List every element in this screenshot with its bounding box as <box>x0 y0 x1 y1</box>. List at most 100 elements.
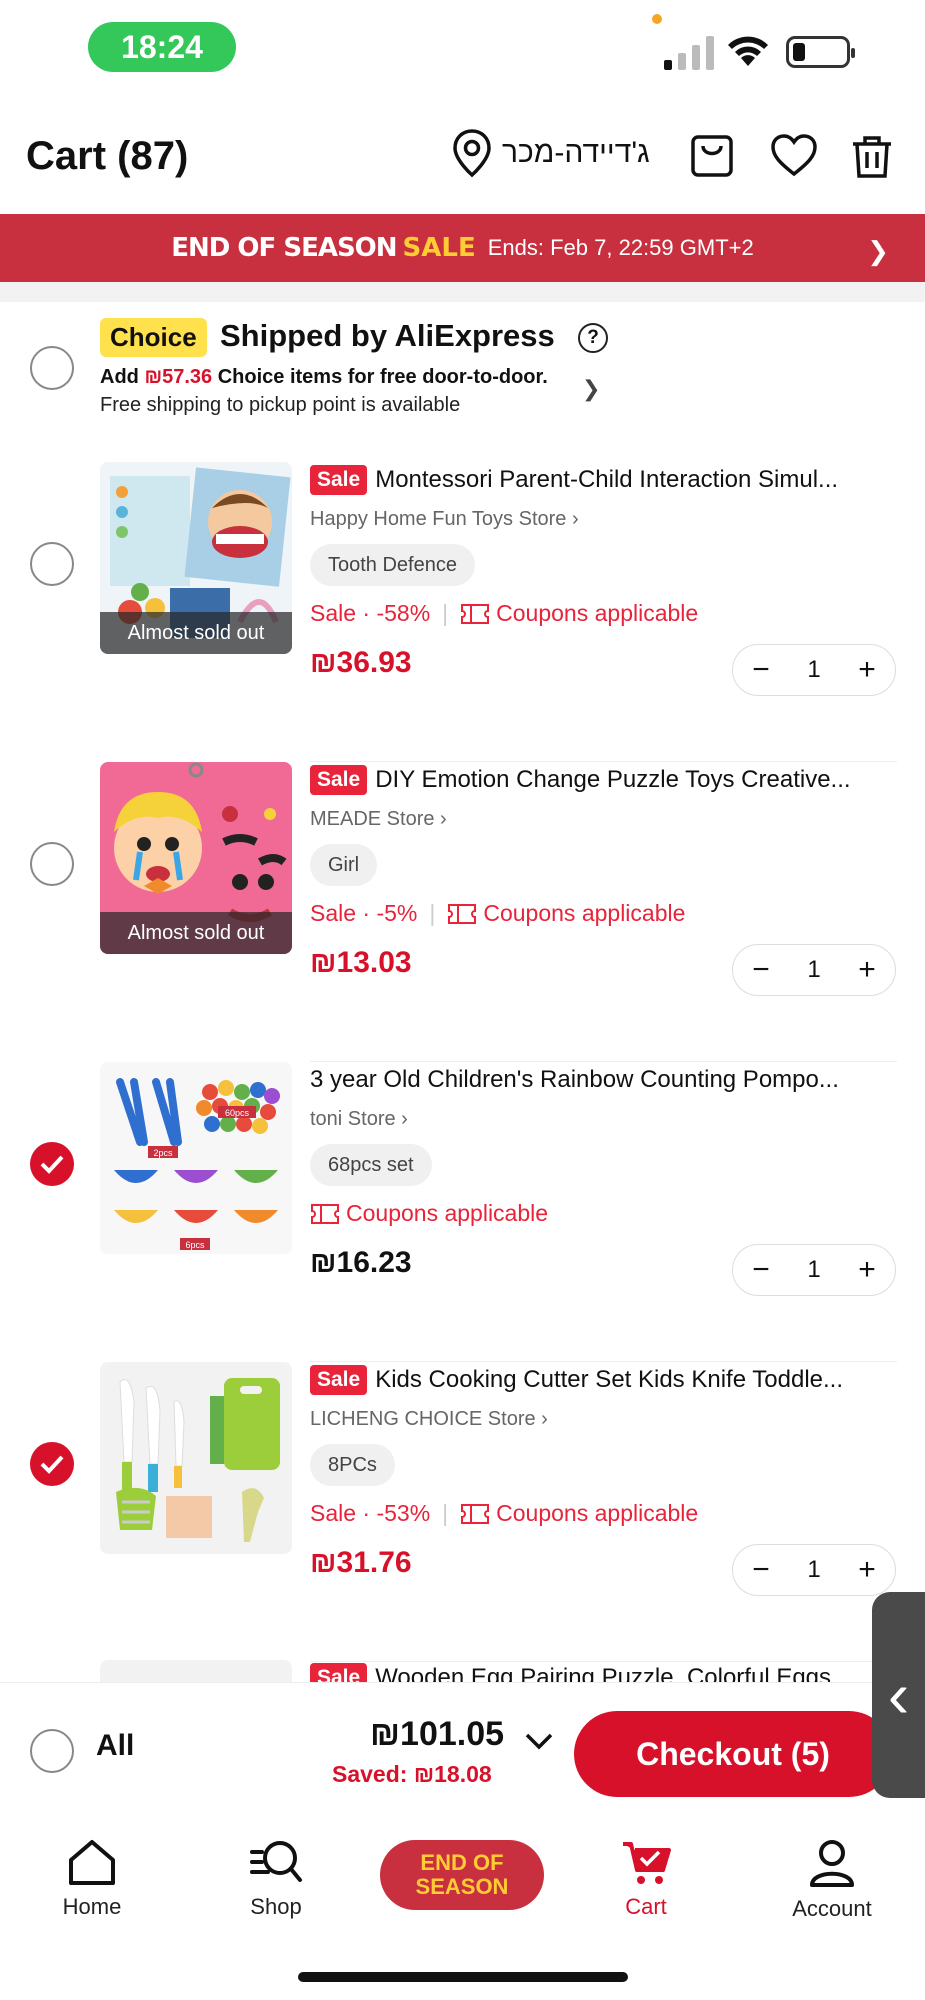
item-price: ₪31.76 <box>310 1546 412 1579</box>
discount-line: Sale · -53% | Coupons applicable <box>310 1500 698 1527</box>
wishlist-heart-icon[interactable] <box>770 132 818 180</box>
coupon-label[interactable]: Coupons applicable <box>496 1500 698 1527</box>
coupon-label[interactable]: Coupons applicable <box>496 600 698 627</box>
product-title-text: Montessori Parent-Child Interaction Simu… <box>375 466 839 493</box>
discount-line: Coupons applicable <box>310 1200 548 1227</box>
product-image[interactable]: 2pcs 60pcs 6pcs <box>100 1062 292 1254</box>
product-image[interactable]: Almost sold out <box>100 762 292 954</box>
status-bar: 18:24 <box>0 0 925 100</box>
chevron-right-icon: › <box>401 1108 408 1130</box>
cart-item: 2pcs 60pcs 6pcs 3 year Old Children's Ra… <box>0 1062 925 1362</box>
quantity-value[interactable]: 1 <box>807 1556 820 1584</box>
variant-selector[interactable]: Tooth Defence <box>310 544 475 586</box>
shopping-bag-icon[interactable] <box>688 132 736 180</box>
decrease-quantity-button[interactable]: − <box>747 1253 775 1287</box>
section-divider <box>0 282 925 302</box>
separator: | <box>442 600 449 626</box>
season-sale-banner[interactable]: END OF SEASON SALE Ends: Feb 7, 22:59 GM… <box>0 214 925 282</box>
choice-badge: Choice <box>100 318 207 357</box>
coupon-icon <box>311 1203 339 1224</box>
product-image[interactable]: Almost sold out <box>100 462 292 654</box>
increase-quantity-button[interactable]: + <box>853 653 881 687</box>
product-image[interactable] <box>100 1660 292 1682</box>
product-title-text: Wooden Egg Pairing Puzzle, Colorful Eggs… <box>375 1664 852 1682</box>
cart-item-partial: Sale Wooden Egg Pairing Puzzle, Colorful… <box>0 1660 925 1682</box>
coupon-label[interactable]: Coupons applicable <box>483 900 685 927</box>
cart-header: Cart (87) ג'דיידה-מכר <box>0 118 925 198</box>
product-title[interactable]: Sale Kids Cooking Cutter Set Kids Knife … <box>310 1362 900 1398</box>
product-title[interactable]: Sale DIY Emotion Change Puzzle Toys Crea… <box>310 762 900 798</box>
select-all-label[interactable]: All <box>96 1729 134 1763</box>
coupon-icon <box>448 903 477 924</box>
store-link[interactable]: LICHENG CHOICE Store › <box>310 1408 548 1431</box>
side-panel-handle[interactable]: ‹ <box>872 1592 925 1798</box>
decrease-quantity-button[interactable]: − <box>747 1553 775 1587</box>
choice-group-checkbox[interactable] <box>30 346 74 390</box>
bottom-navigation: Home Shop END OF SEASON Cart Account <box>0 1820 925 1940</box>
sale-tag: Sale <box>310 1365 368 1395</box>
variant-selector[interactable]: 68pcs set <box>310 1144 432 1186</box>
cart-item: Sale Kids Cooking Cutter Set Kids Knife … <box>0 1362 925 1662</box>
item-price: ₪13.03 <box>310 946 412 979</box>
nav-home-label: Home <box>62 1894 122 1919</box>
chevron-right-icon: › <box>541 1408 548 1430</box>
product-title-text: Kids Cooking Cutter Set Kids Knife Toddl… <box>375 1366 844 1393</box>
quantity-value[interactable]: 1 <box>807 956 820 984</box>
banner-sale-label: SALE <box>402 233 476 263</box>
location-selector[interactable]: ג'דיידה-מכר <box>450 128 650 178</box>
discount-label: Sale · -53% <box>310 1500 431 1526</box>
decrease-quantity-button[interactable]: − <box>747 953 775 987</box>
chevron-right-icon: › <box>571 508 579 530</box>
nav-shop[interactable]: Shop <box>206 1838 346 1920</box>
store-link[interactable]: toni Store › <box>310 1108 408 1131</box>
quantity-value[interactable]: 1 <box>807 656 820 684</box>
almost-sold-out-badge: Almost sold out <box>100 912 292 954</box>
increase-quantity-button[interactable]: + <box>853 1553 881 1587</box>
help-icon[interactable]: ? <box>578 323 608 353</box>
decrease-quantity-button[interactable]: − <box>747 653 775 687</box>
home-indicator[interactable] <box>298 1972 628 1982</box>
delete-trash-icon[interactable] <box>848 132 896 180</box>
nav-end-of-season[interactable]: END OF SEASON <box>380 1840 544 1910</box>
order-total: ₪101.05 <box>370 1715 505 1753</box>
quantity-value[interactable]: 1 <box>807 1256 820 1284</box>
nav-shop-label: Shop <box>250 1894 302 1919</box>
nav-cart[interactable]: Cart <box>576 1838 716 1920</box>
checkout-bar: All ₪101.05 Saved: ₪18.08 Checkout (5) <box>0 1682 925 1820</box>
coupon-label[interactable]: Coupons applicable <box>346 1200 548 1227</box>
sale-tag: Sale <box>310 765 368 795</box>
item-price: ₪36.93 <box>310 646 412 679</box>
discount-line: Sale · -5% | Coupons applicable <box>310 900 685 927</box>
increase-quantity-button[interactable]: + <box>853 953 881 987</box>
quantity-stepper: − 1 + <box>732 644 896 696</box>
increase-quantity-button[interactable]: + <box>853 1253 881 1287</box>
separator: | <box>429 900 436 926</box>
free-shipping-threshold[interactable]: Add ₪57.36 Choice items for free door-to… <box>100 366 548 389</box>
cellular-signal-icon <box>664 36 714 70</box>
product-title-text: DIY Emotion Change Puzzle Toys Creative.… <box>375 766 851 793</box>
chevron-down-icon[interactable] <box>524 1731 554 1751</box>
chevron-right-icon: › <box>440 808 447 830</box>
privacy-indicator-dot <box>652 14 662 24</box>
sale-tag: Sale <box>310 465 368 495</box>
product-title[interactable]: Sale Wooden Egg Pairing Puzzle, Colorful… <box>310 1660 900 1682</box>
page-title: Cart (87) <box>26 134 189 178</box>
image-label-60pcs: 60pcs <box>225 1108 250 1118</box>
product-image[interactable] <box>100 1362 292 1554</box>
cart-icon <box>623 1842 671 1884</box>
variant-selector[interactable]: 8PCs <box>310 1444 395 1486</box>
discount-line: Sale · -58% | Coupons applicable <box>310 600 698 627</box>
banner-end-time: Ends: Feb 7, 22:59 GMT+2 <box>487 235 754 260</box>
nav-home[interactable]: Home <box>22 1838 162 1920</box>
product-title[interactable]: 3 year Old Children's Rainbow Counting P… <box>310 1062 900 1098</box>
checkout-button[interactable]: Checkout (5) <box>574 1711 892 1797</box>
status-time: 18:24 <box>88 22 236 72</box>
store-link[interactable]: Happy Home Fun Toys Store › <box>310 508 579 531</box>
store-link[interactable]: MEADE Store › <box>310 808 447 831</box>
variant-selector[interactable]: Girl <box>310 844 378 886</box>
nav-account[interactable]: Account <box>762 1838 902 1922</box>
product-title[interactable]: Sale Montessori Parent-Child Interaction… <box>310 462 900 498</box>
select-all-checkbox[interactable] <box>30 1729 74 1773</box>
chevron-right-icon[interactable]: ❯ <box>582 376 600 402</box>
image-label-6pcs: 6pcs <box>185 1240 205 1250</box>
